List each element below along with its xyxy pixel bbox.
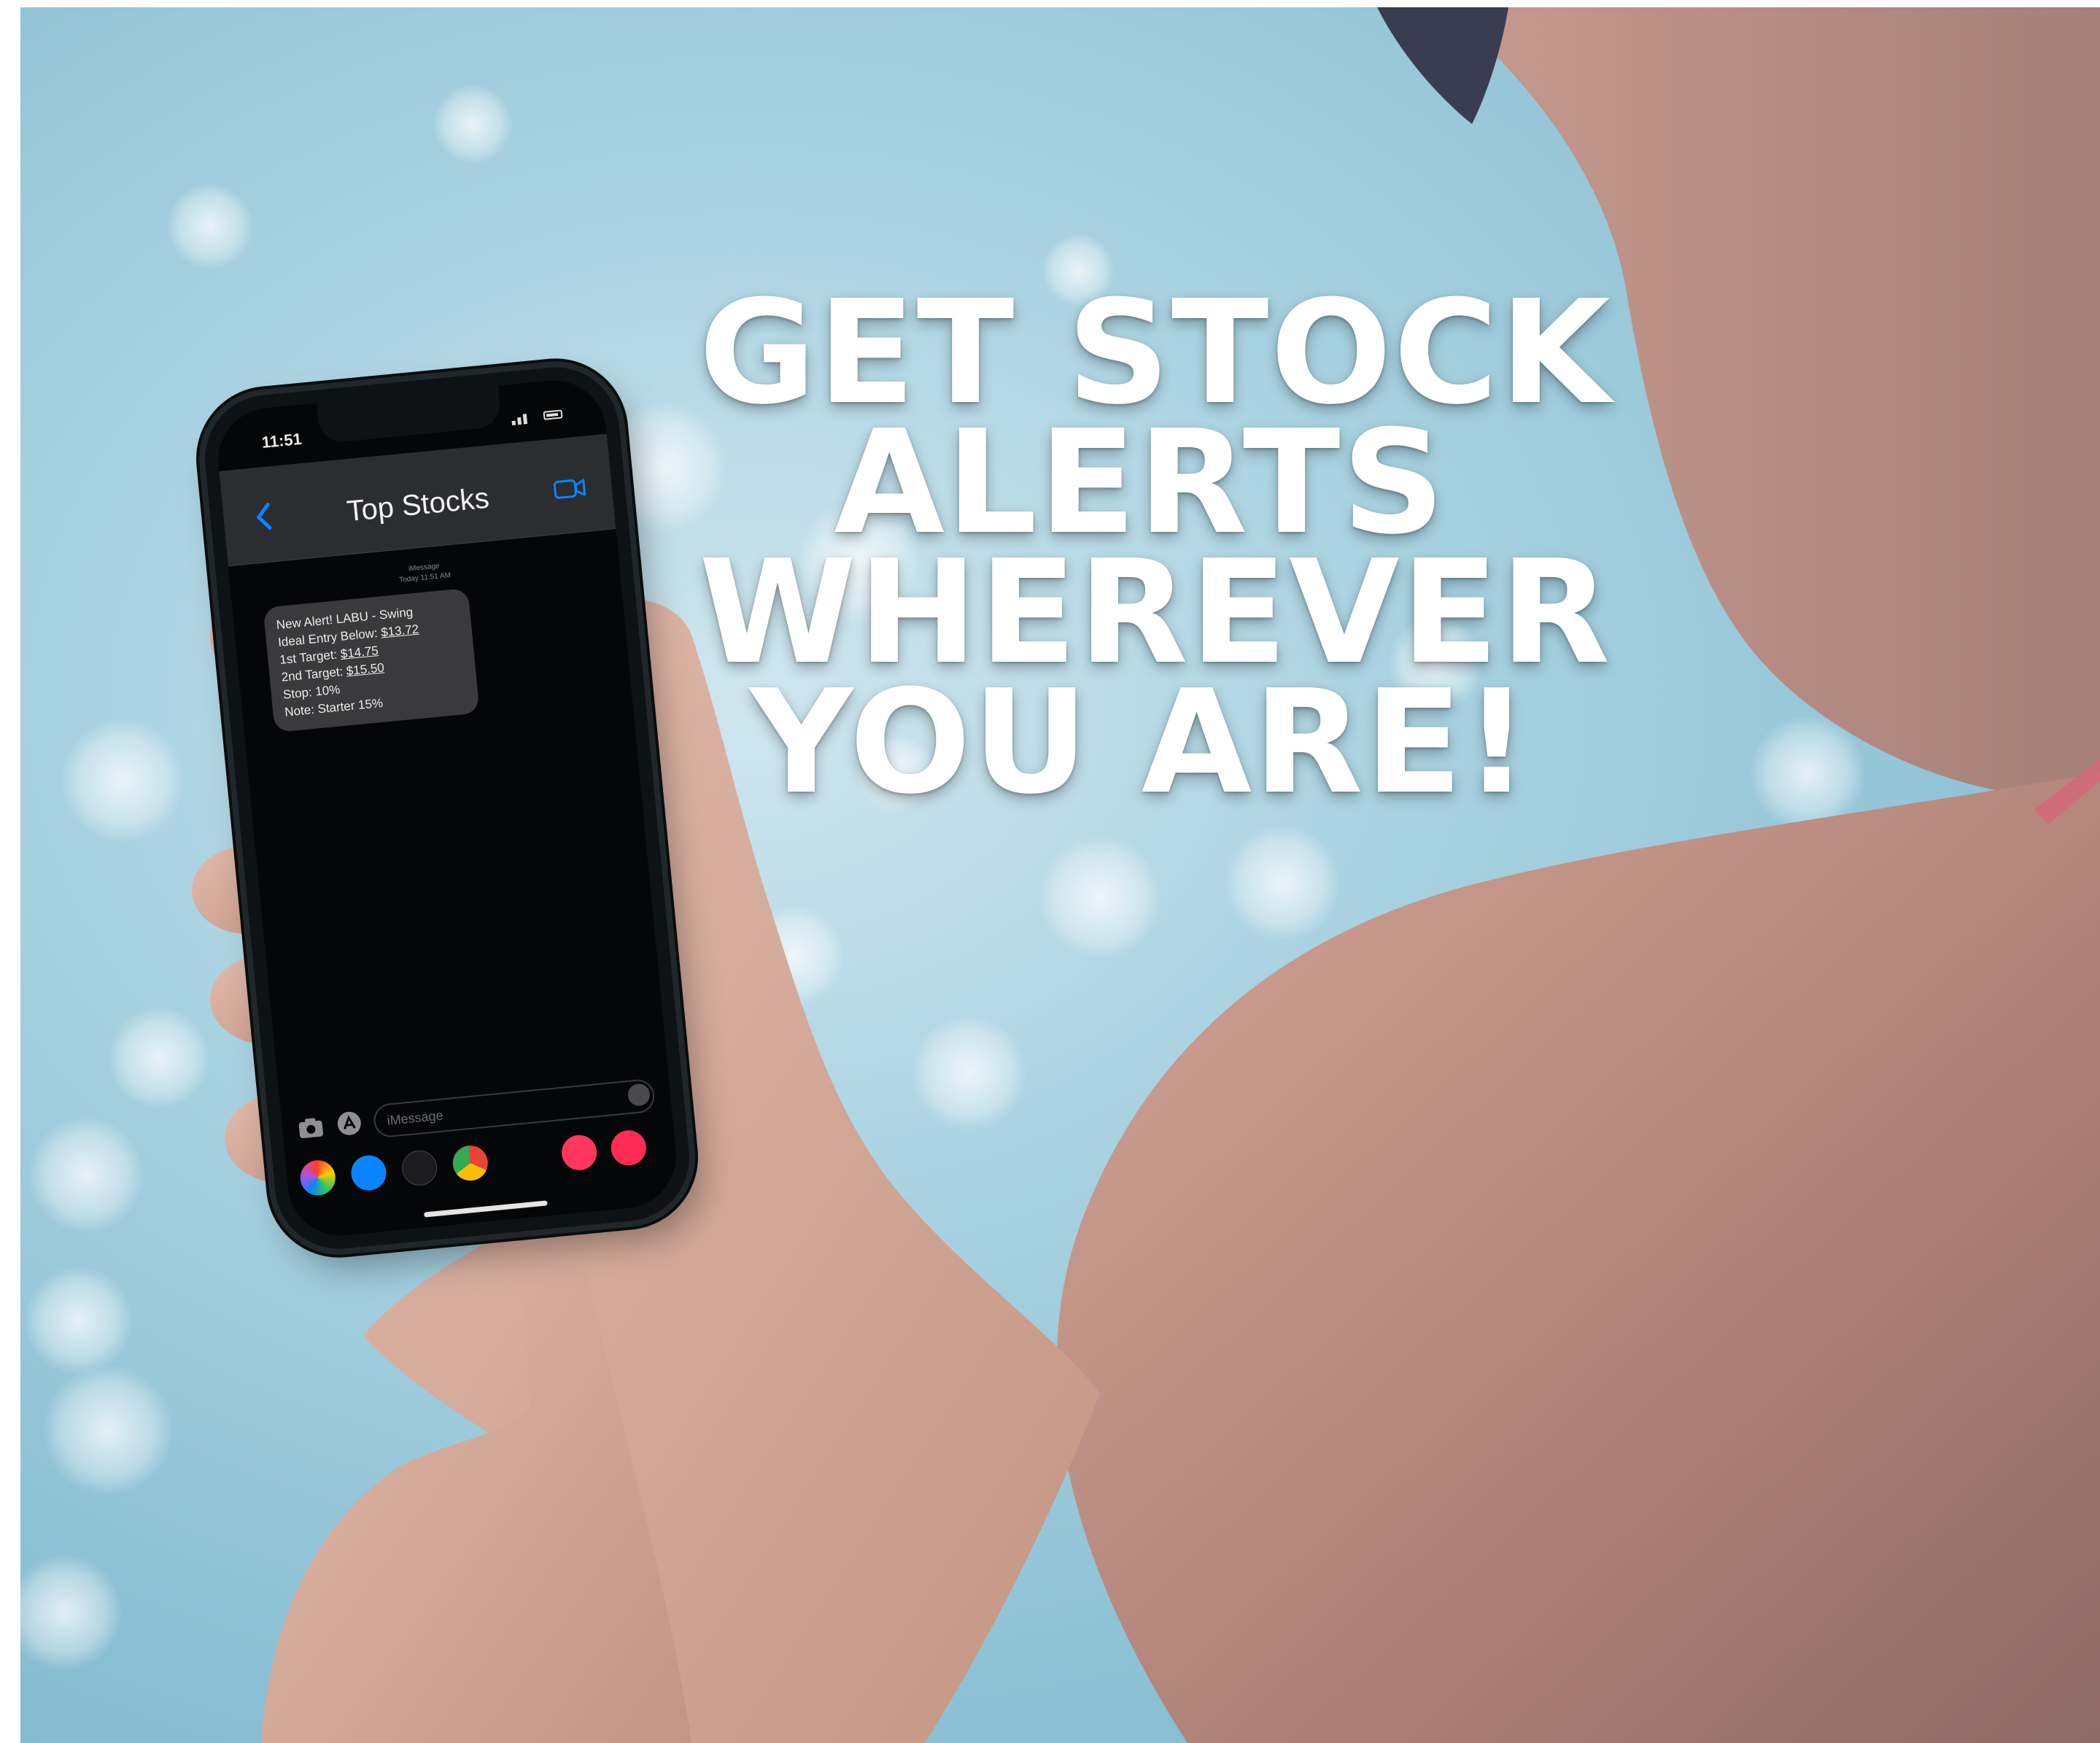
signal-icon	[511, 420, 516, 426]
smartphone: 11:51 Top Stocks iMessage Today 11:51 AM…	[199, 361, 695, 1255]
sunglasses	[1377, 7, 1508, 124]
battery-icon	[543, 409, 563, 420]
status-icons	[511, 407, 563, 426]
signal-bar	[522, 414, 528, 425]
red-app-icon[interactable]	[609, 1129, 648, 1167]
apps-icon[interactable]	[335, 1109, 363, 1137]
headline-line-1: GET STOCK	[699, 270, 1612, 436]
messages-header: Top Stocks	[219, 433, 616, 567]
camera-icon[interactable]	[298, 1116, 325, 1140]
phone-screen: 11:51 Top Stocks iMessage Today 11:51 AM…	[213, 376, 681, 1240]
entry-price[interactable]: $13.72	[380, 622, 419, 640]
headline-line-4: YOU ARE!	[749, 660, 1531, 826]
chrome-icon[interactable]	[451, 1144, 489, 1183]
search-app-icon[interactable]	[559, 1133, 599, 1172]
signal-bar	[517, 417, 522, 425]
phone-notch	[316, 385, 503, 444]
shoulder-shape	[1056, 773, 2100, 1743]
target2-price[interactable]: $15.50	[346, 660, 385, 678]
headline-line-2: ALERTS	[834, 400, 1446, 566]
headline: GET STOCK ALERTS WHEREVER YOU ARE!	[699, 270, 1612, 826]
page-frame: 11:51 Top Stocks iMessage Today 11:51 AM…	[0, 0, 2100, 1743]
home-indicator[interactable]	[423, 1200, 548, 1218]
target1-price[interactable]: $14.75	[340, 644, 379, 661]
apple-pay-icon[interactable]	[400, 1148, 439, 1188]
app-store-icon[interactable]	[349, 1153, 388, 1192]
status-time: 11:51	[260, 429, 303, 452]
alert-message-bubble[interactable]: New Alert! LABU - Swing Ideal Entry Belo…	[263, 587, 480, 733]
photos-icon[interactable]	[298, 1159, 337, 1197]
ad-photo: 11:51 Top Stocks iMessage Today 11:51 AM…	[20, 7, 2100, 1743]
headline-line-3: WHEREVER	[699, 530, 1612, 696]
facetime-video-icon[interactable]	[553, 477, 586, 501]
